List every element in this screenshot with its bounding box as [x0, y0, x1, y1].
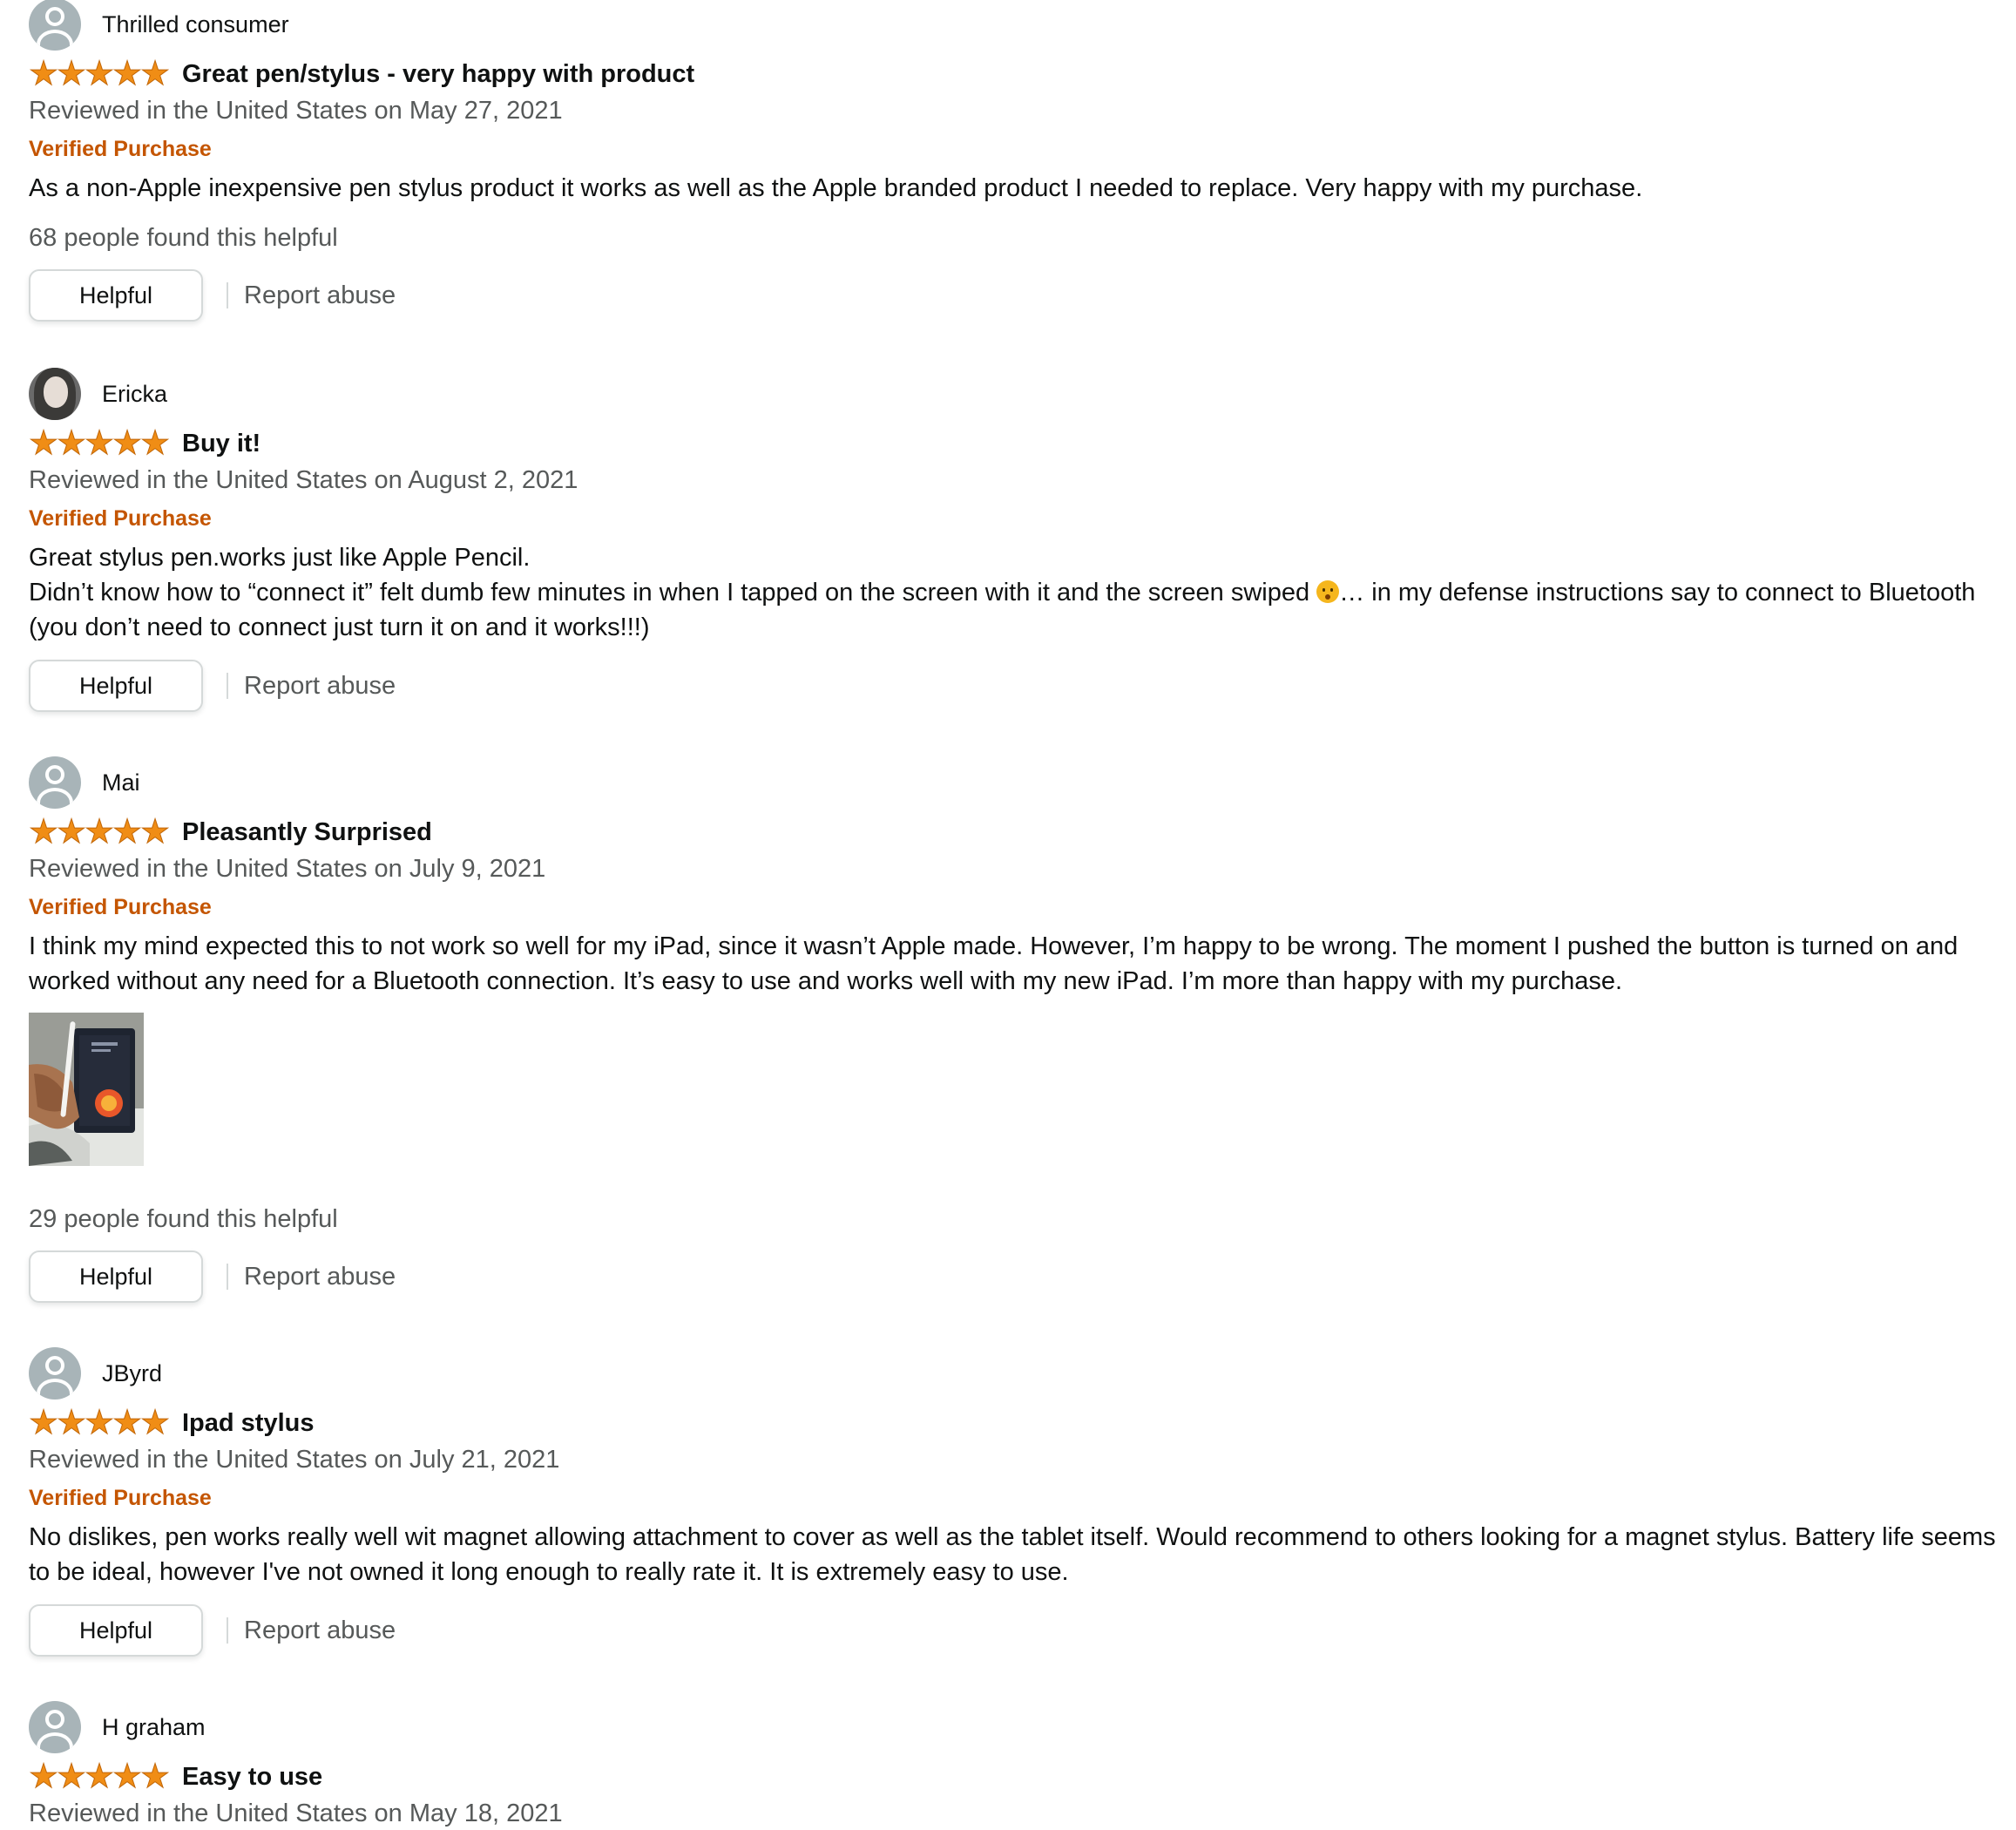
helpful-button[interactable]: Helpful: [29, 1604, 203, 1657]
star-icon: ★: [85, 425, 115, 462]
reviewer-name: Thrilled consumer: [102, 11, 289, 37]
reviewer-name: Mai: [102, 769, 140, 796]
review-title[interactable]: Buy it!: [182, 430, 260, 458]
review-body: Great stylus pen.works just like Apple P…: [29, 540, 1998, 645]
verified-purchase-badge[interactable]: Verified Purchase: [29, 505, 212, 532]
verified-purchase-badge[interactable]: Verified Purchase: [29, 893, 212, 921]
star-icon: ★: [29, 814, 59, 851]
helpful-button[interactable]: Helpful: [29, 269, 203, 322]
user-photo-avatar: [29, 368, 81, 420]
reviewer-profile[interactable]: Ericka: [29, 368, 167, 420]
review-title[interactable]: Ipad stylus: [182, 1409, 315, 1438]
review-date: Reviewed in the United States on July 9,…: [29, 855, 546, 883]
star-icon: ★: [29, 56, 59, 92]
review-text: No dislikes, pen works really well wit m…: [29, 1523, 1996, 1586]
star-icon: ★: [112, 425, 143, 462]
star-icon: ★: [85, 1759, 115, 1795]
helpful-count: 29 people found this helpful: [29, 1205, 338, 1233]
report-abuse-link[interactable]: Report abuse: [244, 1263, 396, 1291]
divider: [227, 673, 228, 699]
star-icon: ★: [57, 56, 87, 92]
customer-review-image[interactable]: [29, 1013, 144, 1166]
star-icon: ★: [57, 1759, 87, 1795]
star-rating[interactable]: ★ ★ ★ ★ ★: [29, 814, 171, 851]
reviewer-name: H graham: [102, 1714, 206, 1740]
star-icon: ★: [29, 1759, 59, 1795]
review-date: Reviewed in the United States on May 27,…: [29, 97, 563, 125]
review-text: Didn’t know how to “connect it” felt dum…: [29, 575, 1998, 645]
reviewer-name: Ericka: [102, 381, 168, 407]
review-date: Reviewed in the United States on May 18,…: [29, 1800, 563, 1827]
review-date: Reviewed in the United States on August …: [29, 466, 578, 494]
reviewer-profile[interactable]: Mai: [29, 756, 140, 809]
star-icon: ★: [112, 56, 143, 92]
report-abuse-link[interactable]: Report abuse: [244, 1616, 396, 1645]
star-icon: ★: [112, 1405, 143, 1441]
divider: [227, 1617, 228, 1644]
star-icon: ★: [140, 1759, 171, 1795]
divider: [227, 1264, 228, 1290]
default-avatar-icon: [29, 0, 81, 51]
star-icon: ★: [140, 814, 171, 851]
verified-purchase-badge[interactable]: Verified Purchase: [29, 1484, 212, 1512]
customer-photo-stylus-ipad: [29, 1013, 144, 1166]
reviewer-profile[interactable]: JByrd: [29, 1347, 162, 1400]
star-icon: ★: [140, 1405, 171, 1441]
star-icon: ★: [112, 814, 143, 851]
star-icon: ★: [57, 1405, 87, 1441]
review-title[interactable]: Pleasantly Surprised: [182, 818, 432, 847]
star-icon: ★: [112, 1759, 143, 1795]
star-icon: ★: [140, 425, 171, 462]
review-date: Reviewed in the United States on July 21…: [29, 1446, 560, 1474]
review-body: As a non-Apple inexpensive pen stylus pr…: [29, 171, 1998, 206]
star-icon: ★: [85, 56, 115, 92]
review-text-part: Didn’t know how to “connect it” felt dum…: [29, 579, 1310, 607]
reviewer-name: JByrd: [102, 1360, 163, 1386]
star-icon: ★: [29, 1405, 59, 1441]
helpful-button[interactable]: Helpful: [29, 1250, 203, 1303]
review-title[interactable]: Great pen/stylus - very happy with produ…: [182, 60, 694, 89]
review-title[interactable]: Easy to use: [182, 1763, 322, 1792]
star-icon: ★: [57, 814, 87, 851]
report-abuse-link[interactable]: Report abuse: [244, 281, 396, 310]
default-avatar-icon: [29, 1347, 81, 1400]
star-rating[interactable]: ★ ★ ★ ★ ★: [29, 1759, 171, 1795]
helpful-button[interactable]: Helpful: [29, 660, 203, 712]
face-with-open-mouth-emoji: [1316, 580, 1340, 603]
default-avatar-icon: [29, 1701, 81, 1753]
reviewer-profile[interactable]: Thrilled consumer: [29, 0, 289, 51]
review-body: I think my mind expected this to not wor…: [29, 929, 1998, 999]
star-icon: ★: [85, 1405, 115, 1441]
helpful-count: 68 people found this helpful: [29, 224, 338, 252]
review-text: I think my mind expected this to not wor…: [29, 932, 1958, 995]
default-avatar-icon: [29, 756, 81, 809]
verified-purchase-badge[interactable]: Verified Purchase: [29, 135, 212, 163]
star-icon: ★: [29, 425, 59, 462]
star-rating[interactable]: ★ ★ ★ ★ ★: [29, 1405, 171, 1441]
review-body: No dislikes, pen works really well wit m…: [29, 1520, 1998, 1589]
divider: [227, 282, 228, 308]
star-rating[interactable]: ★ ★ ★ ★ ★: [29, 56, 171, 92]
review-text: As a non-Apple inexpensive pen stylus pr…: [29, 174, 1643, 202]
review-text: Great stylus pen.works just like Apple P…: [29, 544, 531, 572]
star-rating[interactable]: ★ ★ ★ ★ ★: [29, 425, 171, 462]
star-icon: ★: [85, 814, 115, 851]
star-icon: ★: [140, 56, 171, 92]
star-icon: ★: [57, 425, 87, 462]
reviewer-profile[interactable]: H graham: [29, 1701, 206, 1753]
report-abuse-link[interactable]: Report abuse: [244, 672, 396, 701]
